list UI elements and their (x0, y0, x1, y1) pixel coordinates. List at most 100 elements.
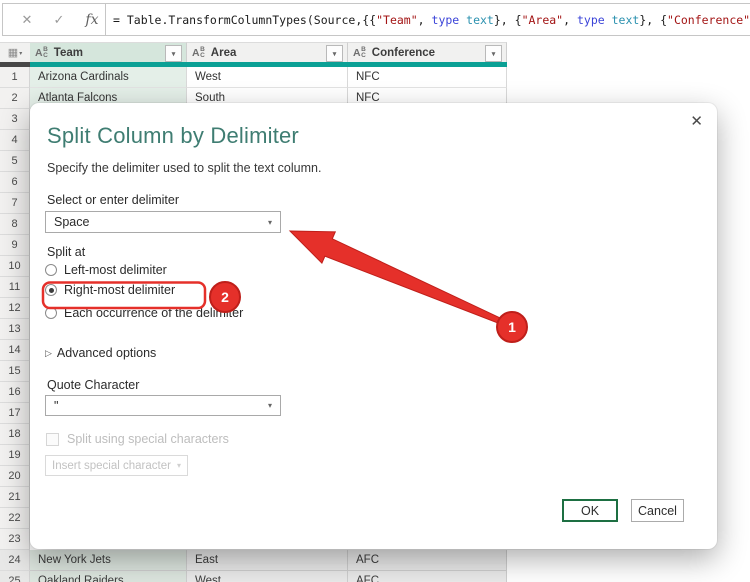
row-number: 10 (0, 256, 30, 277)
row-number: 22 (0, 508, 30, 529)
table-corner-icon: ▦ (8, 48, 18, 58)
row-number: 14 (0, 340, 30, 361)
formula-token: = Table.TransformColumnTypes(Source,{{ (113, 13, 376, 27)
commit-icon[interactable]: ✓ (53, 12, 64, 28)
row-number: 20 (0, 466, 30, 487)
column-header-team[interactable]: ABCTeam▾ (30, 42, 187, 62)
row-number: 23 (0, 529, 30, 550)
formula-token (605, 13, 612, 27)
table-cell[interactable]: New York Jets (30, 550, 187, 571)
formula-token: }, { (494, 13, 522, 27)
row-number: 17 (0, 403, 30, 424)
delimiter-value: Space (54, 215, 89, 229)
table-cell[interactable]: Oakland Raiders (30, 571, 187, 582)
row-number: 25 (0, 571, 30, 582)
close-icon[interactable]: ✕ (688, 110, 705, 132)
table-cell[interactable]: NFC (348, 67, 507, 88)
radio-icon[interactable] (45, 264, 57, 276)
fx-icon[interactable]: fx (85, 12, 98, 28)
formula-toolbar: ✕ ✓ fx (2, 3, 118, 36)
split-at-option-3[interactable]: Each occurrence of the delimiter (45, 303, 243, 323)
formula-token: , (418, 13, 432, 27)
formula-token: text (466, 13, 494, 27)
split-at-label: Split at (47, 245, 85, 259)
table-cell[interactable]: West (187, 67, 348, 88)
column-filter-button[interactable]: ▾ (326, 45, 343, 62)
table-cell[interactable]: East (187, 550, 348, 571)
radio-selected-icon[interactable] (45, 284, 57, 296)
insert-special-character-label: Insert special character (52, 460, 171, 472)
formula-bar: ✕ ✓ fx = Table.TransformColumnTypes(Sour… (0, 0, 750, 40)
split-at-option-2[interactable]: Right-most delimiter (45, 280, 243, 300)
column-header-conference[interactable]: ABC Conference ▾ (348, 42, 507, 62)
row-number: 15 (0, 361, 30, 382)
chevron-down-icon: ▾ (268, 218, 272, 227)
formula-token: }, { (639, 13, 667, 27)
special-characters-label: Split using special characters (67, 432, 229, 446)
advanced-options-label: Advanced options (57, 346, 156, 360)
insert-special-character-button[interactable]: Insert special character ▾ (45, 455, 188, 476)
delimiter-label: Select or enter delimiter (47, 193, 179, 207)
text-type-icon: ABC (35, 47, 48, 59)
split-at-option-label: Left-most delimiter (64, 263, 167, 277)
text-type-icon: ABC (192, 47, 205, 59)
chevron-down-icon: ▾ (177, 461, 181, 470)
formula-token: , (563, 13, 577, 27)
formula-token: "Area" (522, 13, 564, 27)
column-header-area[interactable]: ABC Area ▾ (187, 42, 348, 62)
select-all-table-button[interactable]: ▦ ▾ (0, 42, 31, 64)
formula-text: = Table.TransformColumnTypes(Source,{{"T… (113, 13, 750, 27)
triangle-collapsed-icon: ▷ (45, 348, 52, 359)
column-filter-button[interactable]: ▾ (485, 45, 502, 62)
discard-icon[interactable]: ✕ (22, 12, 33, 28)
table-cell[interactable]: AFC (348, 550, 507, 571)
row-number: 9 (0, 235, 30, 256)
table-cell[interactable]: AFC (348, 571, 507, 582)
dialog-title: Split Column by Delimiter (47, 123, 299, 149)
quote-character-label: Quote Character (47, 378, 139, 392)
row-number: 16 (0, 382, 30, 403)
delimiter-dropdown[interactable]: Space ▾ (45, 211, 281, 233)
row-number: 6 (0, 172, 30, 193)
chevron-down-icon: ▾ (19, 50, 22, 57)
table-cell[interactable]: West (187, 571, 348, 582)
row-number: 18 (0, 424, 30, 445)
row-number: 8 (0, 214, 30, 235)
text-type-icon: ABC (353, 47, 366, 59)
split-at-option-label: Each occurrence of the delimiter (64, 306, 243, 320)
dialog-subtitle: Specify the delimiter used to split the … (47, 161, 321, 175)
special-characters-checkbox[interactable]: Split using special characters (46, 432, 229, 446)
row-number: 12 (0, 298, 30, 319)
row-number: 1 (0, 67, 30, 88)
row-number: 3 (0, 109, 30, 130)
formula-token: type (432, 13, 460, 27)
row-number: 21 (0, 487, 30, 508)
split-at-options: Left-most delimiter Right-most delimiter E… (45, 260, 243, 323)
row-number: 19 (0, 445, 30, 466)
column-header-label: Area (211, 47, 237, 59)
checkbox-icon (46, 433, 59, 446)
ok-button[interactable]: OK (562, 499, 618, 522)
column-header-label: Conference (372, 47, 435, 59)
table-cell[interactable]: Arizona Cardinals (30, 67, 187, 88)
formula-token: "Conference" (667, 13, 750, 27)
split-at-option-1[interactable]: Left-most delimiter (45, 260, 243, 280)
formula-token: "Team" (376, 13, 418, 27)
cancel-button[interactable]: Cancel (631, 499, 684, 522)
advanced-options-toggle[interactable]: ▷ Advanced options (45, 346, 156, 360)
row-number: 13 (0, 319, 30, 340)
chevron-down-icon: ▾ (268, 401, 272, 410)
row-number: 5 (0, 151, 30, 172)
row-number: 11 (0, 277, 30, 298)
formula-token: type (577, 13, 605, 27)
quote-character-dropdown[interactable]: " ▾ (45, 395, 281, 416)
formula-input[interactable]: = Table.TransformColumnTypes(Source,{{"T… (105, 3, 750, 36)
formula-token: text (612, 13, 640, 27)
row-number: 24 (0, 550, 30, 571)
radio-icon[interactable] (45, 307, 57, 319)
column-filter-button[interactable]: ▾ (165, 45, 182, 62)
split-column-dialog: ✕ Split Column by Delimiter Specify the … (30, 103, 717, 549)
row-number: 4 (0, 130, 30, 151)
quote-character-value: " (54, 399, 58, 413)
row-number: 2 (0, 88, 30, 109)
